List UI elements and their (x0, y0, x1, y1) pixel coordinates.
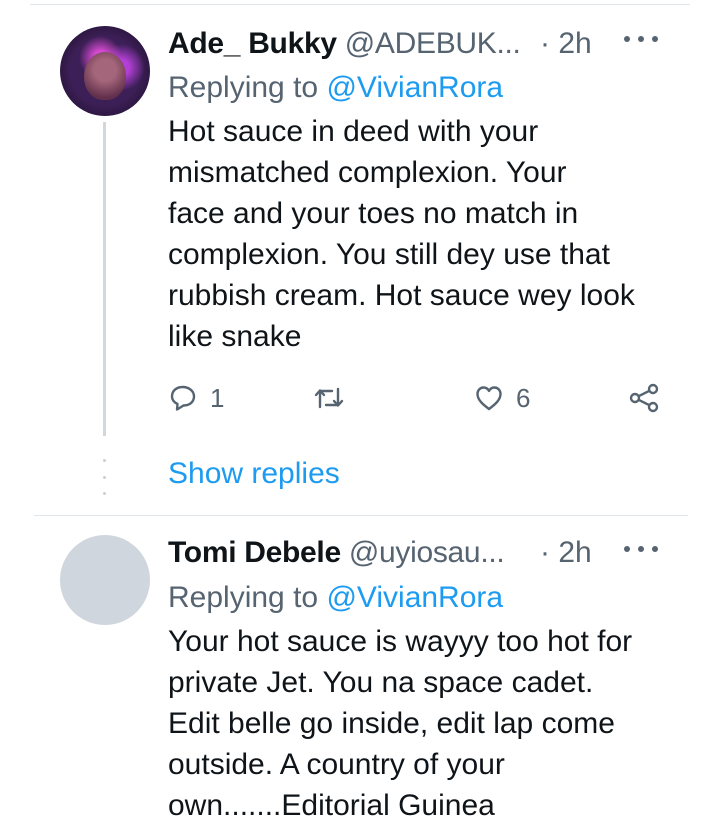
avatar-face (84, 52, 126, 100)
tweet-text: Your hot sauce is wayyy too hot for priv… (168, 621, 688, 826)
more-options-icon[interactable] (624, 32, 658, 46)
like-count: 6 (516, 382, 531, 413)
tweet-text-line: mismatched complexion. Your (168, 156, 567, 189)
retweet-icon (314, 387, 344, 409)
tweet-text-line: rubbish cream. Hot sauce wey look (168, 279, 635, 312)
reply-button[interactable]: 1 (168, 380, 224, 416)
replying-to-mention[interactable]: @VivianRora (326, 71, 503, 104)
replying-to: Replying to @VivianRora (168, 70, 503, 106)
tweet-divider (34, 515, 688, 516)
tweet-text-line: own.......Editorial Guinea (168, 789, 495, 822)
retweet-button[interactable] (313, 380, 345, 416)
replying-to: Replying to @VivianRora (168, 580, 503, 616)
show-replies-link[interactable]: Show replies (168, 456, 340, 492)
avatar[interactable] (60, 26, 150, 116)
tweet-text-line: outside. A country of your (168, 748, 505, 781)
like-button[interactable]: 6 (474, 380, 530, 416)
tweet-text-line: Your hot sauce is wayyy too hot for (168, 625, 633, 658)
thread-continuation-dots (101, 459, 107, 495)
tweet-timestamp[interactable]: · 2h (540, 26, 592, 62)
replying-to-mention[interactable]: @VivianRora (326, 581, 503, 614)
tweet-header: Tomi Debele @uyiosau... (168, 535, 505, 571)
tweet-text-line: private Jet. You na space cadet. (168, 666, 594, 699)
tweet-text-line: Hot sauce in deed with your (168, 115, 539, 148)
tweet-text: Hot sauce in deed with your mismatched c… (168, 111, 688, 357)
author-name[interactable]: Tomi Debele (168, 535, 341, 571)
reply-count: 1 (210, 382, 225, 413)
tweet-timestamp[interactable]: · 2h (540, 535, 592, 571)
replying-to-label: Replying to (168, 581, 327, 614)
tweet-text-line: like snake (168, 320, 302, 353)
tweet-actions: 1 6 (168, 380, 668, 416)
author-name[interactable]: Ade_ Bukky (168, 26, 337, 62)
tweet-text-line: Edit belle go inside, edit lap come (168, 707, 615, 740)
speech-bubble-icon (170, 385, 196, 411)
share-button[interactable] (628, 380, 660, 416)
tweet-reply[interactable]: Tomi Debele @uyiosau... · 2h Replying to… (0, 518, 720, 840)
tweet-text-line: face and your toes no match in (168, 197, 579, 230)
thread-line (103, 122, 106, 436)
avatar[interactable] (60, 535, 150, 625)
author-handle[interactable]: @ADEBUK... (345, 26, 521, 62)
tweet-text-line: complexion. You still dey use that (168, 238, 610, 271)
share-icon (629, 383, 659, 413)
heart-icon (476, 386, 502, 411)
tweet-reply[interactable]: Ade_ Bukky @ADEBUK... · 2h Replying to @… (0, 0, 720, 516)
author-handle[interactable]: @uyiosau... (349, 535, 505, 571)
replying-to-label: Replying to (168, 71, 327, 104)
tweet-header: Ade_ Bukky @ADEBUK... (168, 26, 521, 62)
more-options-icon[interactable] (624, 542, 658, 556)
